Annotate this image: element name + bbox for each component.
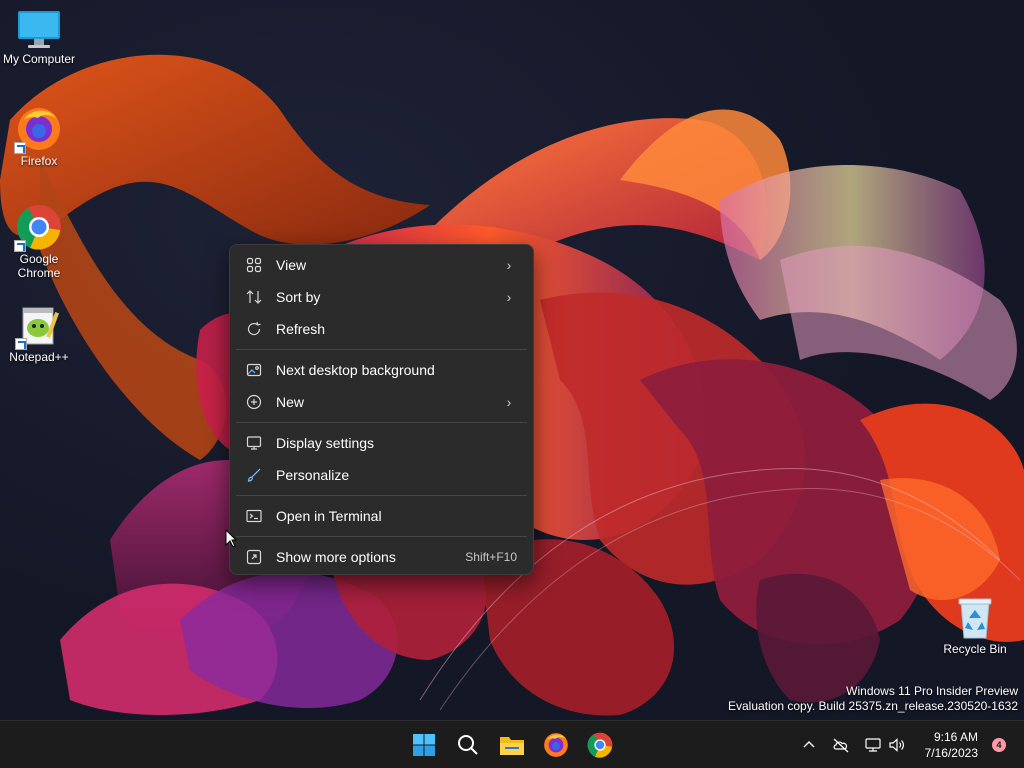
mouse-cursor-icon [225, 529, 237, 548]
desktop-icon-label: Google Chrome [17, 252, 61, 280]
view-grid-icon [244, 255, 264, 275]
new-plus-icon [244, 392, 264, 412]
chrome-icon [14, 204, 62, 252]
menu-item-label: Personalize [276, 467, 350, 483]
more-options-icon [244, 547, 264, 567]
sort-icon [244, 287, 264, 307]
menu-separator [236, 495, 527, 496]
cloud-offline-icon [833, 738, 849, 753]
menu-separator [236, 422, 527, 423]
menu-item-label: Refresh [276, 321, 326, 337]
menu-separator [236, 536, 527, 537]
clock-time: 9:16 AM [933, 730, 978, 744]
menu-item-open-in-terminal[interactable]: Open in Terminal [234, 500, 529, 532]
menu-item-next-desktop-background[interactable]: Next desktop background [234, 354, 529, 386]
menu-item-label: Sort by [276, 289, 321, 305]
watermark-line-build: Evaluation copy. Build 25375.zn_release.… [728, 699, 1018, 713]
menu-item-sort-by[interactable]: Sort by › [234, 281, 529, 313]
menu-item-view[interactable]: View › [234, 249, 529, 281]
menu-item-shortcut: Shift+F10 [465, 550, 517, 564]
menu-item-label: Open in Terminal [276, 508, 382, 524]
desktop-icon-label: Firefox [20, 154, 58, 168]
menu-item-show-more-options[interactable]: Show more options Shift+F10 [234, 541, 529, 573]
menu-item-label: New [276, 394, 305, 410]
desktop-icon-my-computer[interactable]: My Computer [1, 10, 77, 66]
desktop-icon-label: Recycle Bin [943, 642, 1007, 656]
start-icon [413, 734, 435, 756]
menu-item-personalize[interactable]: Personalize [234, 459, 529, 491]
chevron-right-icon: › [506, 394, 512, 410]
chevron-right-icon: › [506, 257, 512, 273]
volume-button[interactable] [884, 729, 910, 761]
menu-item-label: View [276, 257, 307, 273]
firefox-icon [14, 106, 62, 154]
show-hidden-icons-button[interactable] [796, 729, 822, 761]
taskbar-clock[interactable]: 9:16 AM 7/16/2023 [925, 729, 978, 761]
clock-date: 7/16/2023 [924, 746, 978, 760]
terminal-icon [244, 506, 264, 526]
search-icon [458, 735, 478, 755]
desktop-icon-firefox[interactable]: Firefox [1, 106, 77, 168]
display-icon [244, 433, 264, 453]
menu-item-label: Show more options [276, 549, 396, 565]
onedrive-status-button[interactable] [828, 729, 854, 761]
volume-icon [889, 738, 904, 752]
watermark-line-edition: Windows 11 Pro Insider Preview [846, 684, 1018, 698]
evaluation-watermark: Windows 11 Pro Insider Preview Evaluatio… [728, 684, 1018, 714]
menu-item-label: Display settings [276, 435, 375, 451]
taskbar-chrome-button[interactable] [584, 729, 616, 761]
refresh-icon [244, 319, 264, 339]
desktop-context-menu: View › Sort by › Refresh Next desktop ba… [229, 244, 534, 575]
brush-icon [244, 465, 264, 485]
chevron-up-icon [803, 741, 815, 748]
start-button[interactable] [408, 729, 440, 761]
menu-item-label: Next desktop background [276, 362, 435, 378]
notification-badge[interactable]: 4 [992, 738, 1006, 752]
taskbar: 9:16 AM 7/16/2023 4 [0, 720, 1024, 768]
file-explorer-button[interactable] [496, 729, 528, 761]
taskbar-firefox-button[interactable] [540, 729, 572, 761]
desktop-icon-notepadpp[interactable]: Notepad++ [1, 304, 77, 364]
monitor-icon [17, 10, 61, 50]
file-explorer-icon [500, 737, 524, 755]
desktop-icon-label: Notepad++ [9, 350, 69, 364]
desktop-icon-chrome[interactable]: Google Chrome [1, 204, 77, 280]
next-background-icon [244, 360, 264, 380]
recycle-bin-icon [955, 596, 995, 640]
menu-separator [236, 349, 527, 350]
firefox-icon [544, 733, 568, 757]
network-icon [865, 738, 881, 752]
chevron-right-icon: › [506, 289, 512, 305]
desktop-icon-recycle-bin[interactable]: Recycle Bin [937, 596, 1013, 656]
chrome-icon [587, 732, 613, 758]
desktop-icon-label: My Computer [2, 52, 76, 66]
network-button[interactable] [860, 729, 886, 761]
search-button[interactable] [452, 729, 484, 761]
menu-item-refresh[interactable]: Refresh [234, 313, 529, 345]
menu-item-new[interactable]: New › [234, 386, 529, 418]
notepadpp-icon [15, 304, 61, 350]
menu-item-display-settings[interactable]: Display settings [234, 427, 529, 459]
